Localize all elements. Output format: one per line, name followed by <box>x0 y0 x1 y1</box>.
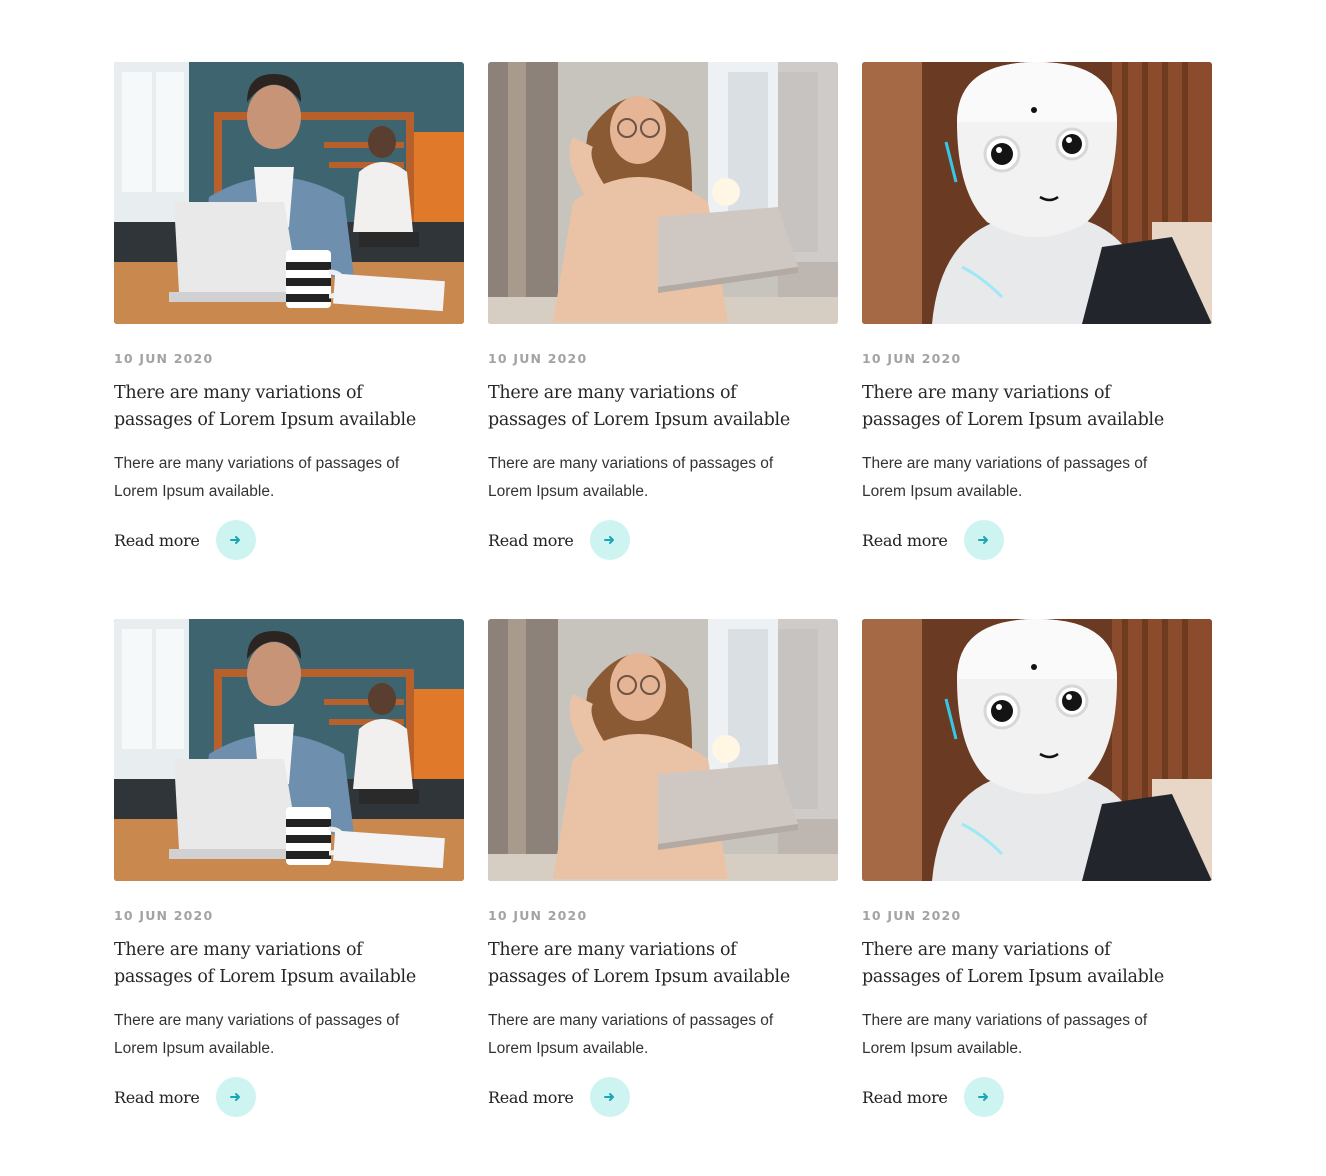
read-more-link[interactable]: Read more <box>114 520 464 560</box>
woman-laptop-photo <box>488 619 838 881</box>
woman-laptop-photo <box>488 62 838 324</box>
blog-card: 10 JUN 2020 There are many variations of… <box>862 62 1212 619</box>
read-more-link[interactable]: Read more <box>488 520 838 560</box>
read-more-label[interactable]: Read more <box>488 1088 574 1107</box>
post-excerpt: There are many variations of passages of… <box>114 455 400 500</box>
read-more-button[interactable] <box>963 1077 1004 1117</box>
read-more-button[interactable] <box>589 520 630 560</box>
post-date: 10 JUN 2020 <box>862 908 962 923</box>
blog-card-image[interactable] <box>862 619 1212 881</box>
post-date: 10 JUN 2020 <box>114 908 214 923</box>
arrow-right-icon <box>229 536 240 544</box>
read-more-button[interactable] <box>215 1077 256 1117</box>
post-title[interactable]: There are many variations of passages of… <box>488 937 818 991</box>
post-excerpt: There are many variations of passages of… <box>488 1012 774 1057</box>
read-more-label[interactable]: Read more <box>862 1088 948 1107</box>
read-more-link[interactable]: Read more <box>488 1077 838 1117</box>
post-excerpt: There are many variations of passages of… <box>488 455 774 500</box>
blog-card: 10 JUN 2020 There are many variations of… <box>114 62 464 619</box>
post-date: 10 JUN 2020 <box>862 351 962 366</box>
post-date: 10 JUN 2020 <box>488 351 588 366</box>
post-title[interactable]: There are many variations of passages of… <box>488 380 818 434</box>
blog-card-image[interactable] <box>114 619 464 881</box>
read-more-link[interactable]: Read more <box>862 1077 1212 1117</box>
read-more-label[interactable]: Read more <box>114 531 200 550</box>
blog-card-image[interactable] <box>488 62 838 324</box>
post-title[interactable]: There are many variations of passages of… <box>862 380 1192 434</box>
read-more-button[interactable] <box>589 1077 630 1117</box>
blog-card: 10 JUN 2020 There are many variations of… <box>862 619 1212 1176</box>
read-more-button[interactable] <box>963 520 1004 560</box>
post-date: 10 JUN 2020 <box>488 908 588 923</box>
man-laptop-photo <box>114 619 464 881</box>
arrow-right-icon <box>229 1093 240 1101</box>
arrow-right-icon <box>977 1093 988 1101</box>
post-title[interactable]: There are many variations of passages of… <box>114 937 444 991</box>
read-more-link[interactable]: Read more <box>114 1077 464 1117</box>
blog-card-image[interactable] <box>862 62 1212 324</box>
blog-card: 10 JUN 2020 There are many variations of… <box>488 619 838 1176</box>
arrow-right-icon <box>603 536 614 544</box>
arrow-right-icon <box>603 1093 614 1101</box>
blog-card: 10 JUN 2020 There are many variations of… <box>114 619 464 1176</box>
read-more-label[interactable]: Read more <box>862 531 948 550</box>
blog-card-image[interactable] <box>488 619 838 881</box>
post-excerpt: There are many variations of passages of… <box>862 455 1148 500</box>
blog-card-image[interactable] <box>114 62 464 324</box>
post-excerpt: There are many variations of passages of… <box>114 1012 400 1057</box>
post-title[interactable]: There are many variations of passages of… <box>862 937 1192 991</box>
read-more-button[interactable] <box>215 520 256 560</box>
robot-photo <box>862 62 1212 324</box>
post-title[interactable]: There are many variations of passages of… <box>114 380 444 434</box>
read-more-link[interactable]: Read more <box>862 520 1212 560</box>
post-date: 10 JUN 2020 <box>114 351 214 366</box>
arrow-right-icon <box>977 536 988 544</box>
read-more-label[interactable]: Read more <box>488 531 574 550</box>
post-excerpt: There are many variations of passages of… <box>862 1012 1148 1057</box>
blog-card-grid: 10 JUN 2020 There are many variations of… <box>114 62 1212 1176</box>
blog-card: 10 JUN 2020 There are many variations of… <box>488 62 838 619</box>
man-laptop-photo <box>114 62 464 324</box>
robot-photo <box>862 619 1212 881</box>
read-more-label[interactable]: Read more <box>114 1088 200 1107</box>
